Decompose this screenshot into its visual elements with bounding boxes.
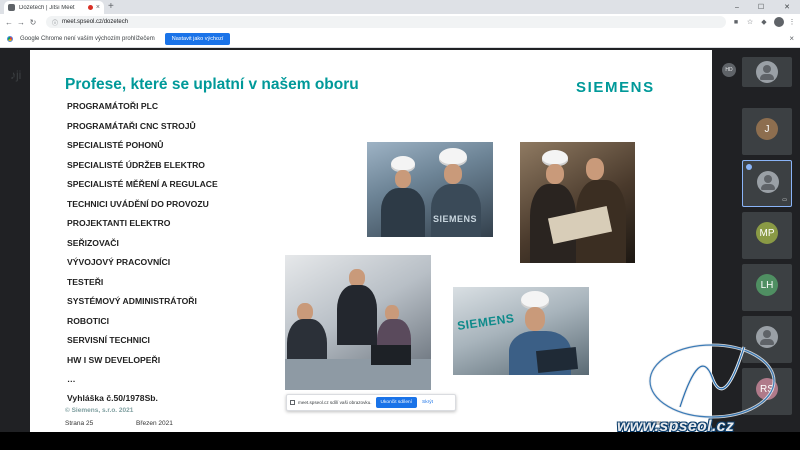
tab-strip: Dozetech | Jitsi Meet × + – ☐ ✕ (0, 0, 800, 14)
jitsi-logo-icon: ♪ji (10, 68, 22, 82)
list-item: ROBOTICI (67, 315, 110, 326)
participant-tile[interactable]: J (742, 108, 792, 155)
tab-title: Dozetech | Jitsi Meet (19, 4, 75, 11)
profession-list: PROGRAMÁTOŘI PLC PROGRAMÁTAŘI CNC STROJŮ… (67, 100, 218, 393)
participant-tile[interactable]: MP (742, 212, 792, 259)
chrome-icon (6, 34, 14, 43)
list-item: PROGRAMÁTAŘI CNC STROJŮ (67, 120, 196, 131)
star-icon[interactable]: ☆ (744, 14, 756, 30)
infobar-message: Google Chrome není vaším výchozím prohlí… (20, 35, 155, 42)
list-item: SYSTÉMOVÝ ADMINISTRÁTOŘI (67, 296, 197, 306)
recording-dot-icon (87, 5, 93, 10)
browser-tab[interactable]: Dozetech | Jitsi Meet × (4, 1, 104, 14)
new-tab-button[interactable]: + (108, 1, 114, 13)
site-info-icon[interactable]: ⓘ (52, 18, 58, 27)
avatar: J (756, 118, 778, 140)
forward-button[interactable]: → (15, 14, 27, 30)
shared-slide: Profese, které se uplatní v našem oboru … (30, 50, 712, 434)
set-default-button[interactable]: Nastavit jako výchozí (164, 32, 231, 45)
close-window-button[interactable]: ✕ (778, 0, 796, 14)
list-item: SEŘIZOVAČI (67, 237, 119, 248)
stop-sharing-button[interactable]: Ukončit sdílení (375, 397, 418, 408)
share-message: meet.spseol.cz sdílí vaši obrazovku. (298, 400, 372, 405)
participant-tile-active[interactable]: ▭ (742, 160, 792, 207)
share-window-icon (290, 400, 295, 405)
avatar (757, 171, 779, 193)
list-item: TESTEŘI (67, 276, 104, 287)
avatar: LH (756, 274, 778, 296)
minimize-button[interactable]: – (728, 0, 746, 14)
screen-share-bar: meet.spseol.cz sdílí vaši obrazovku. Uko… (286, 394, 456, 411)
extensions-icon[interactable]: ◆ (758, 14, 770, 30)
browser-toolbar: ← → ↻ ⓘ meet.spseol.cz/dozetech (0, 14, 800, 30)
copyright-text: © Siemens, s.r.o. 2021 (65, 407, 134, 414)
list-item: HW I SW DEVELOPEŘI (67, 354, 161, 365)
list-item: … (67, 374, 76, 384)
slide-title: Profese, které se uplatní v našem oboru (65, 76, 359, 93)
regulation-note: Vyhláška č.50/1978Sb. (67, 393, 158, 403)
siemens-logo: SIEMENS (576, 79, 655, 96)
tab-close-icon[interactable]: × (96, 4, 100, 11)
engineers-photo: SIEMENS (367, 142, 493, 237)
list-item: TECHNICI UVÁDĚNÍ DO PROVOZU (67, 198, 209, 209)
list-item: VÝVOJOVÝ PRACOVNÍCI (67, 257, 171, 267)
list-item: SPECIALISTÉ ÚDRŽEB ELEKTRO (67, 159, 205, 170)
back-button[interactable]: ← (3, 14, 15, 30)
profile-avatar[interactable] (774, 17, 784, 27)
maximize-button[interactable]: ☐ (752, 0, 770, 14)
avatar (756, 61, 778, 83)
slide-date: Březen 2021 (136, 420, 173, 427)
camera-icon[interactable]: ■ (730, 14, 742, 30)
hide-button[interactable]: Skrýt (422, 400, 433, 405)
default-browser-infobar: Google Chrome není vaším výchozím prohlí… (0, 30, 800, 48)
list-item: SERVISNÍ TECHNICI (67, 335, 150, 345)
school-logo-icon (648, 343, 776, 419)
meeting-photo (285, 255, 431, 390)
list-item: PROGRAMÁTOŘI PLC (67, 101, 159, 111)
reload-button[interactable]: ↻ (27, 14, 39, 30)
url-text: meet.spseol.cz/dozetech (62, 19, 129, 25)
speaker-indicator-icon (746, 164, 752, 170)
local-avatar[interactable]: HD (722, 63, 736, 77)
jitsi-favicon-icon (8, 4, 15, 11)
screen-icon: ▭ (782, 197, 787, 203)
engineer-folder-photo: SIEMENS (453, 287, 589, 375)
infobar-close-icon[interactable]: × (789, 34, 794, 43)
participant-tile[interactable]: LH (742, 264, 792, 311)
screen: Dozetech | Jitsi Meet × + – ☐ ✕ ← → ↻ ⓘ … (0, 0, 800, 450)
participant-tile[interactable] (742, 57, 792, 87)
workers-photo (520, 142, 635, 263)
menu-icon[interactable]: ⋮ (786, 14, 798, 30)
avatar: MP (756, 222, 778, 244)
bottom-bar (0, 432, 800, 450)
list-item: SPECIALISTÉ POHONŮ (67, 140, 164, 150)
page-number: Strana 25 (65, 420, 94, 427)
address-bar[interactable]: ⓘ meet.spseol.cz/dozetech (46, 16, 726, 28)
list-item: SPECIALISTÉ MĚŘENÍ A REGULACE (67, 179, 218, 189)
list-item: PROJEKTANTI ELEKTRO (67, 218, 171, 228)
